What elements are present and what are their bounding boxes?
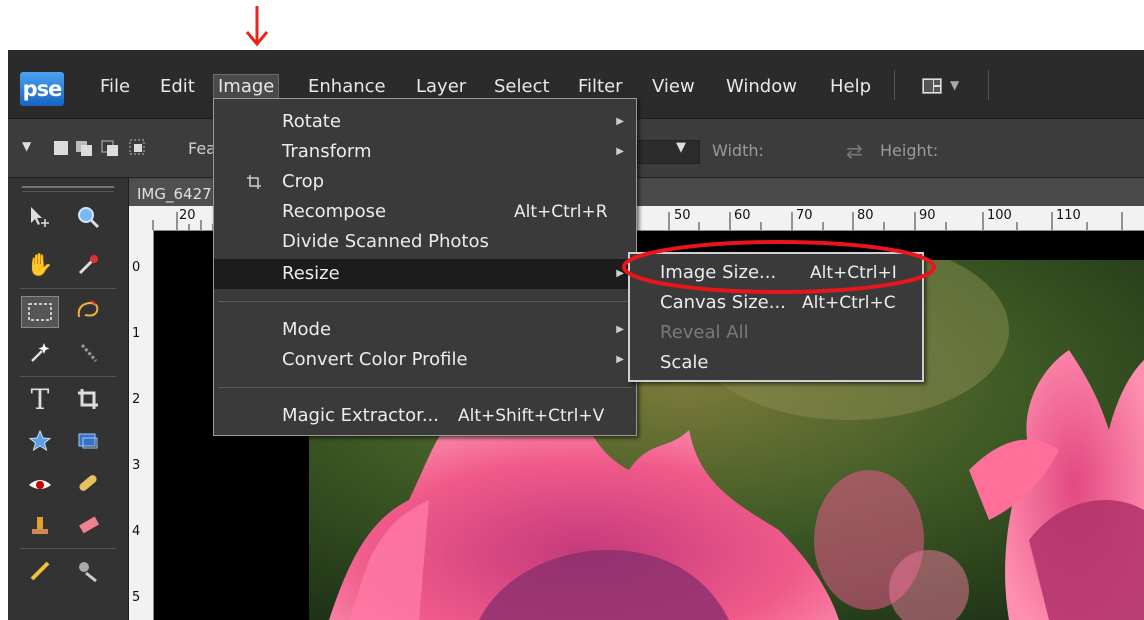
height-label: Height: xyxy=(880,141,939,160)
menu-item-rotate[interactable]: Rotate ▶ xyxy=(214,107,636,137)
menu-item-label: Reveal All xyxy=(660,322,749,343)
panel-layout-icon[interactable] xyxy=(922,78,942,94)
menu-item-label: Transform xyxy=(282,141,372,162)
menu-item-label: Scale xyxy=(660,352,709,373)
marquee-tool-icon[interactable] xyxy=(21,296,59,328)
menu-item-crop[interactable]: Crop xyxy=(214,167,636,197)
menu-item-label: Rotate xyxy=(282,111,341,132)
submenu-arrow-icon: ▶ xyxy=(616,116,624,127)
app-window: pse File Edit Image Enhance Layer Select… xyxy=(8,50,1144,620)
menu-image[interactable]: Image xyxy=(213,74,280,100)
menu-edit[interactable]: Edit xyxy=(156,75,199,99)
menu-item-label: Crop xyxy=(282,171,325,192)
pencil-tool-icon[interactable] xyxy=(22,556,58,586)
lasso-tool-icon[interactable] xyxy=(70,296,106,326)
zoom-tool-icon[interactable] xyxy=(70,202,106,232)
ruler-label: 4 xyxy=(132,524,141,539)
menu-view[interactable]: View xyxy=(648,75,699,99)
hand-tool-icon[interactable]: ✋ xyxy=(22,250,58,280)
annotation-oval-icon xyxy=(622,240,936,294)
menu-item-label: Mode xyxy=(282,319,332,340)
magic-wand-tool-icon[interactable] xyxy=(22,338,58,368)
submenu-arrow-icon: ▶ xyxy=(616,146,624,157)
menu-item-mode[interactable]: Mode ▶ xyxy=(214,315,636,345)
menubar-divider xyxy=(988,70,989,100)
menu-item-convert-color-profile[interactable]: Convert Color Profile ▶ xyxy=(214,345,636,375)
quick-selection-tool-icon[interactable] xyxy=(70,338,106,368)
menu-select[interactable]: Select xyxy=(490,75,554,99)
menu-item-label: Divide Scanned Photos xyxy=(282,231,489,252)
menu-file[interactable]: File xyxy=(96,75,134,99)
red-eye-tool-icon[interactable] xyxy=(22,468,58,498)
menu-item-reveal-all: Reveal All xyxy=(630,318,922,348)
menu-item-label: Magic Extractor... xyxy=(282,405,439,426)
chevron-down-icon[interactable]: ▼ xyxy=(676,140,686,155)
menu-item-label: Recompose xyxy=(282,201,387,222)
vertical-ruler: 0 1 2 3 4 5 xyxy=(129,230,154,620)
menu-item-recompose[interactable]: Recompose Alt+Ctrl+R xyxy=(214,197,636,227)
type-tool-icon[interactable]: T xyxy=(22,383,58,416)
pse-logo: pse xyxy=(20,72,64,106)
menu-item-label: Convert Color Profile xyxy=(282,349,468,370)
menu-item-shortcut: Alt+Ctrl+R xyxy=(514,202,608,222)
ruler-label: 5 xyxy=(132,590,141,605)
menu-item-magic-extractor[interactable]: Magic Extractor... Alt+Shift+Ctrl+V xyxy=(214,401,636,431)
tool-preset-caret-icon[interactable]: ▼ xyxy=(22,139,31,153)
eraser-tool-icon[interactable] xyxy=(70,510,106,540)
toolbox-divider xyxy=(20,288,116,289)
ruler-label: 3 xyxy=(132,458,141,473)
menu-item-shortcut: Alt+Shift+Ctrl+V xyxy=(458,406,605,426)
eyedropper-tool-icon[interactable] xyxy=(70,250,106,280)
menu-enhance[interactable]: Enhance xyxy=(304,75,390,99)
feather-label: Fea xyxy=(188,139,216,158)
menu-item-scale[interactable]: Scale xyxy=(630,348,922,378)
toolbox-divider xyxy=(20,548,116,549)
crop-tool-icon[interactable] xyxy=(70,384,106,414)
ruler-label: 0 xyxy=(132,260,141,275)
healing-brush-tool-icon[interactable] xyxy=(70,468,106,498)
width-label: Width: xyxy=(712,141,764,160)
menu-window[interactable]: Window xyxy=(722,75,801,99)
ruler-label: 2 xyxy=(132,392,141,407)
menu-layer[interactable]: Layer xyxy=(412,75,470,99)
toolbox: ✋ T xyxy=(8,178,129,620)
ruler-label: 1 xyxy=(132,326,141,341)
annotation-arrow-icon xyxy=(245,6,269,47)
menu-divider xyxy=(218,301,632,302)
smart-brush-tool-icon[interactable] xyxy=(70,556,106,586)
menu-filter[interactable]: Filter xyxy=(574,75,627,99)
chevron-down-icon[interactable]: ▼ xyxy=(950,78,959,92)
crop-icon xyxy=(247,175,261,189)
menu-help[interactable]: Help xyxy=(826,75,875,99)
toolbox-divider xyxy=(20,376,116,377)
menu-item-transform[interactable]: Transform ▶ xyxy=(214,137,636,167)
swap-icon[interactable]: ⇄ xyxy=(846,139,863,163)
toolbox-grip xyxy=(22,186,114,188)
clone-stamp-tool-icon[interactable] xyxy=(22,510,58,540)
menu-item-label: Resize xyxy=(282,263,340,284)
image-menu-dropdown: Rotate ▶ Transform ▶ Crop Recompose Alt+… xyxy=(213,98,637,436)
shape-tool-icon[interactable] xyxy=(22,426,58,456)
move-tool-icon[interactable] xyxy=(22,202,58,232)
selection-mode-icons[interactable] xyxy=(52,137,162,159)
menu-item-resize[interactable]: Resize ▶ xyxy=(214,259,636,289)
menu-item-divide-scanned-photos[interactable]: Divide Scanned Photos xyxy=(214,227,636,257)
submenu-arrow-icon: ▶ xyxy=(616,354,624,365)
submenu-arrow-icon: ▶ xyxy=(616,324,624,335)
cookie-cutter-tool-icon[interactable] xyxy=(70,426,106,456)
menubar-divider xyxy=(894,70,895,100)
menu-divider xyxy=(218,387,632,388)
toolbox-grip xyxy=(22,191,114,192)
